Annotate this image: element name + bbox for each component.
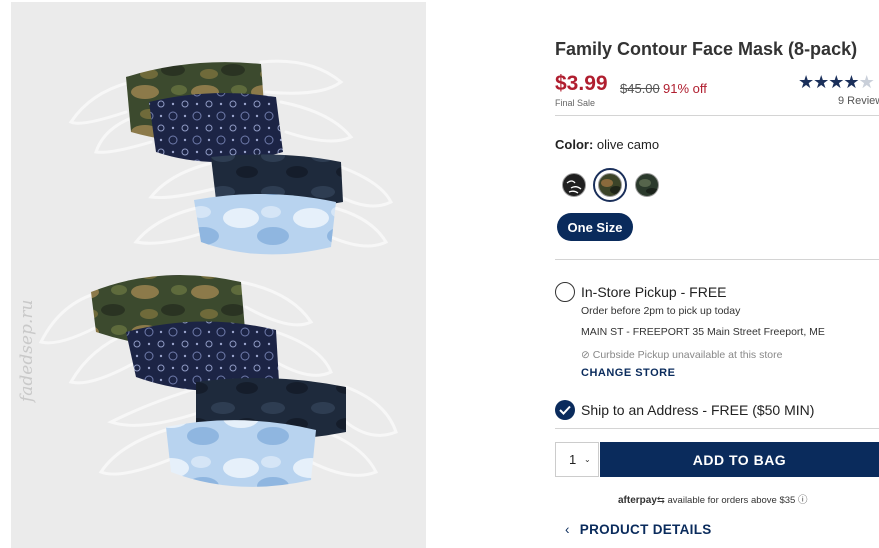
ship-checkbox[interactable] — [555, 400, 575, 420]
rating-stars[interactable]: ★★★★★ — [798, 72, 875, 93]
swatch-navy-camo[interactable] — [635, 173, 659, 197]
reviews-link[interactable]: 9 Reviews — [838, 95, 879, 107]
star-empty-icon: ★ — [858, 72, 875, 92]
afterpay-text: available for orders above $35 — [667, 495, 796, 506]
add-to-bag-button[interactable]: ADD TO BAG — [600, 442, 879, 477]
color-label: Color: olive camo — [555, 137, 659, 152]
quantity-select[interactable]: 1 ⌄ — [555, 442, 599, 477]
divider — [555, 115, 879, 116]
camo-pattern-icon — [639, 179, 658, 194]
discount-label: 91% off — [663, 81, 707, 96]
star-icon: ★ — [798, 72, 814, 92]
print-pattern-icon — [566, 180, 582, 194]
pickup-order-before: Order before 2pm to pick up today — [581, 305, 741, 317]
original-price: $45.00 — [620, 81, 660, 96]
divider — [555, 259, 879, 260]
afterpay-arrows-icon: ⇆ — [656, 495, 665, 506]
pickup-radio[interactable] — [555, 282, 575, 302]
swatch-olive-camo[interactable] — [598, 173, 622, 197]
product-details-label: PRODUCT DETAILS — [579, 522, 712, 537]
ship-label: Ship to an Address - FREE ($50 MIN) — [581, 402, 815, 418]
product-title: Family Contour Face Mask (8-pack) — [555, 39, 858, 59]
checkmark-icon — [559, 405, 571, 415]
change-store-link[interactable]: CHANGE STORE — [581, 367, 675, 379]
afterpay-info: afterpay⇆ available for orders above $35… — [618, 492, 807, 506]
sale-price: $3.99 — [555, 72, 608, 95]
chevron-down-icon: ⌄ — [584, 455, 591, 464]
chevron-left-icon: ‹ — [565, 522, 570, 537]
masks-illustration — [38, 59, 398, 487]
color-value: olive camo — [596, 137, 660, 152]
color-label-key: Color: — [555, 137, 594, 152]
star-icon: ★ — [828, 72, 844, 92]
info-icon[interactable]: ⓘ — [798, 495, 808, 506]
size-one-size-button[interactable]: One Size — [557, 213, 633, 241]
final-sale-label: Final Sale — [555, 98, 596, 108]
quantity-value: 1 — [569, 452, 577, 467]
curbside-text: Curbside Pickup unavailable at this stor… — [592, 349, 783, 361]
divider — [555, 428, 879, 429]
afterpay-logo: afterpay — [618, 495, 657, 506]
unavailable-icon: ⊘ — [581, 349, 590, 361]
product-image: fadedsep.ru — [11, 2, 426, 548]
watermark: fadedsep.ru — [17, 299, 37, 402]
product-info-panel: Family Contour Face Mask (8-pack) $3.99 … — [555, 0, 879, 548]
swatch-print[interactable] — [562, 173, 586, 197]
half-star-icon: ★ — [843, 72, 859, 92]
store-address: MAIN ST - FREEPORT 35 Main Street Freepo… — [581, 326, 825, 338]
curbside-status: ⊘ Curbside Pickup unavailable at this st… — [581, 349, 782, 361]
star-icon: ★ — [813, 72, 829, 92]
product-details-toggle[interactable]: ‹ PRODUCT DETAILS — [565, 522, 712, 537]
pickup-label: In-Store Pickup - FREE — [581, 284, 727, 300]
